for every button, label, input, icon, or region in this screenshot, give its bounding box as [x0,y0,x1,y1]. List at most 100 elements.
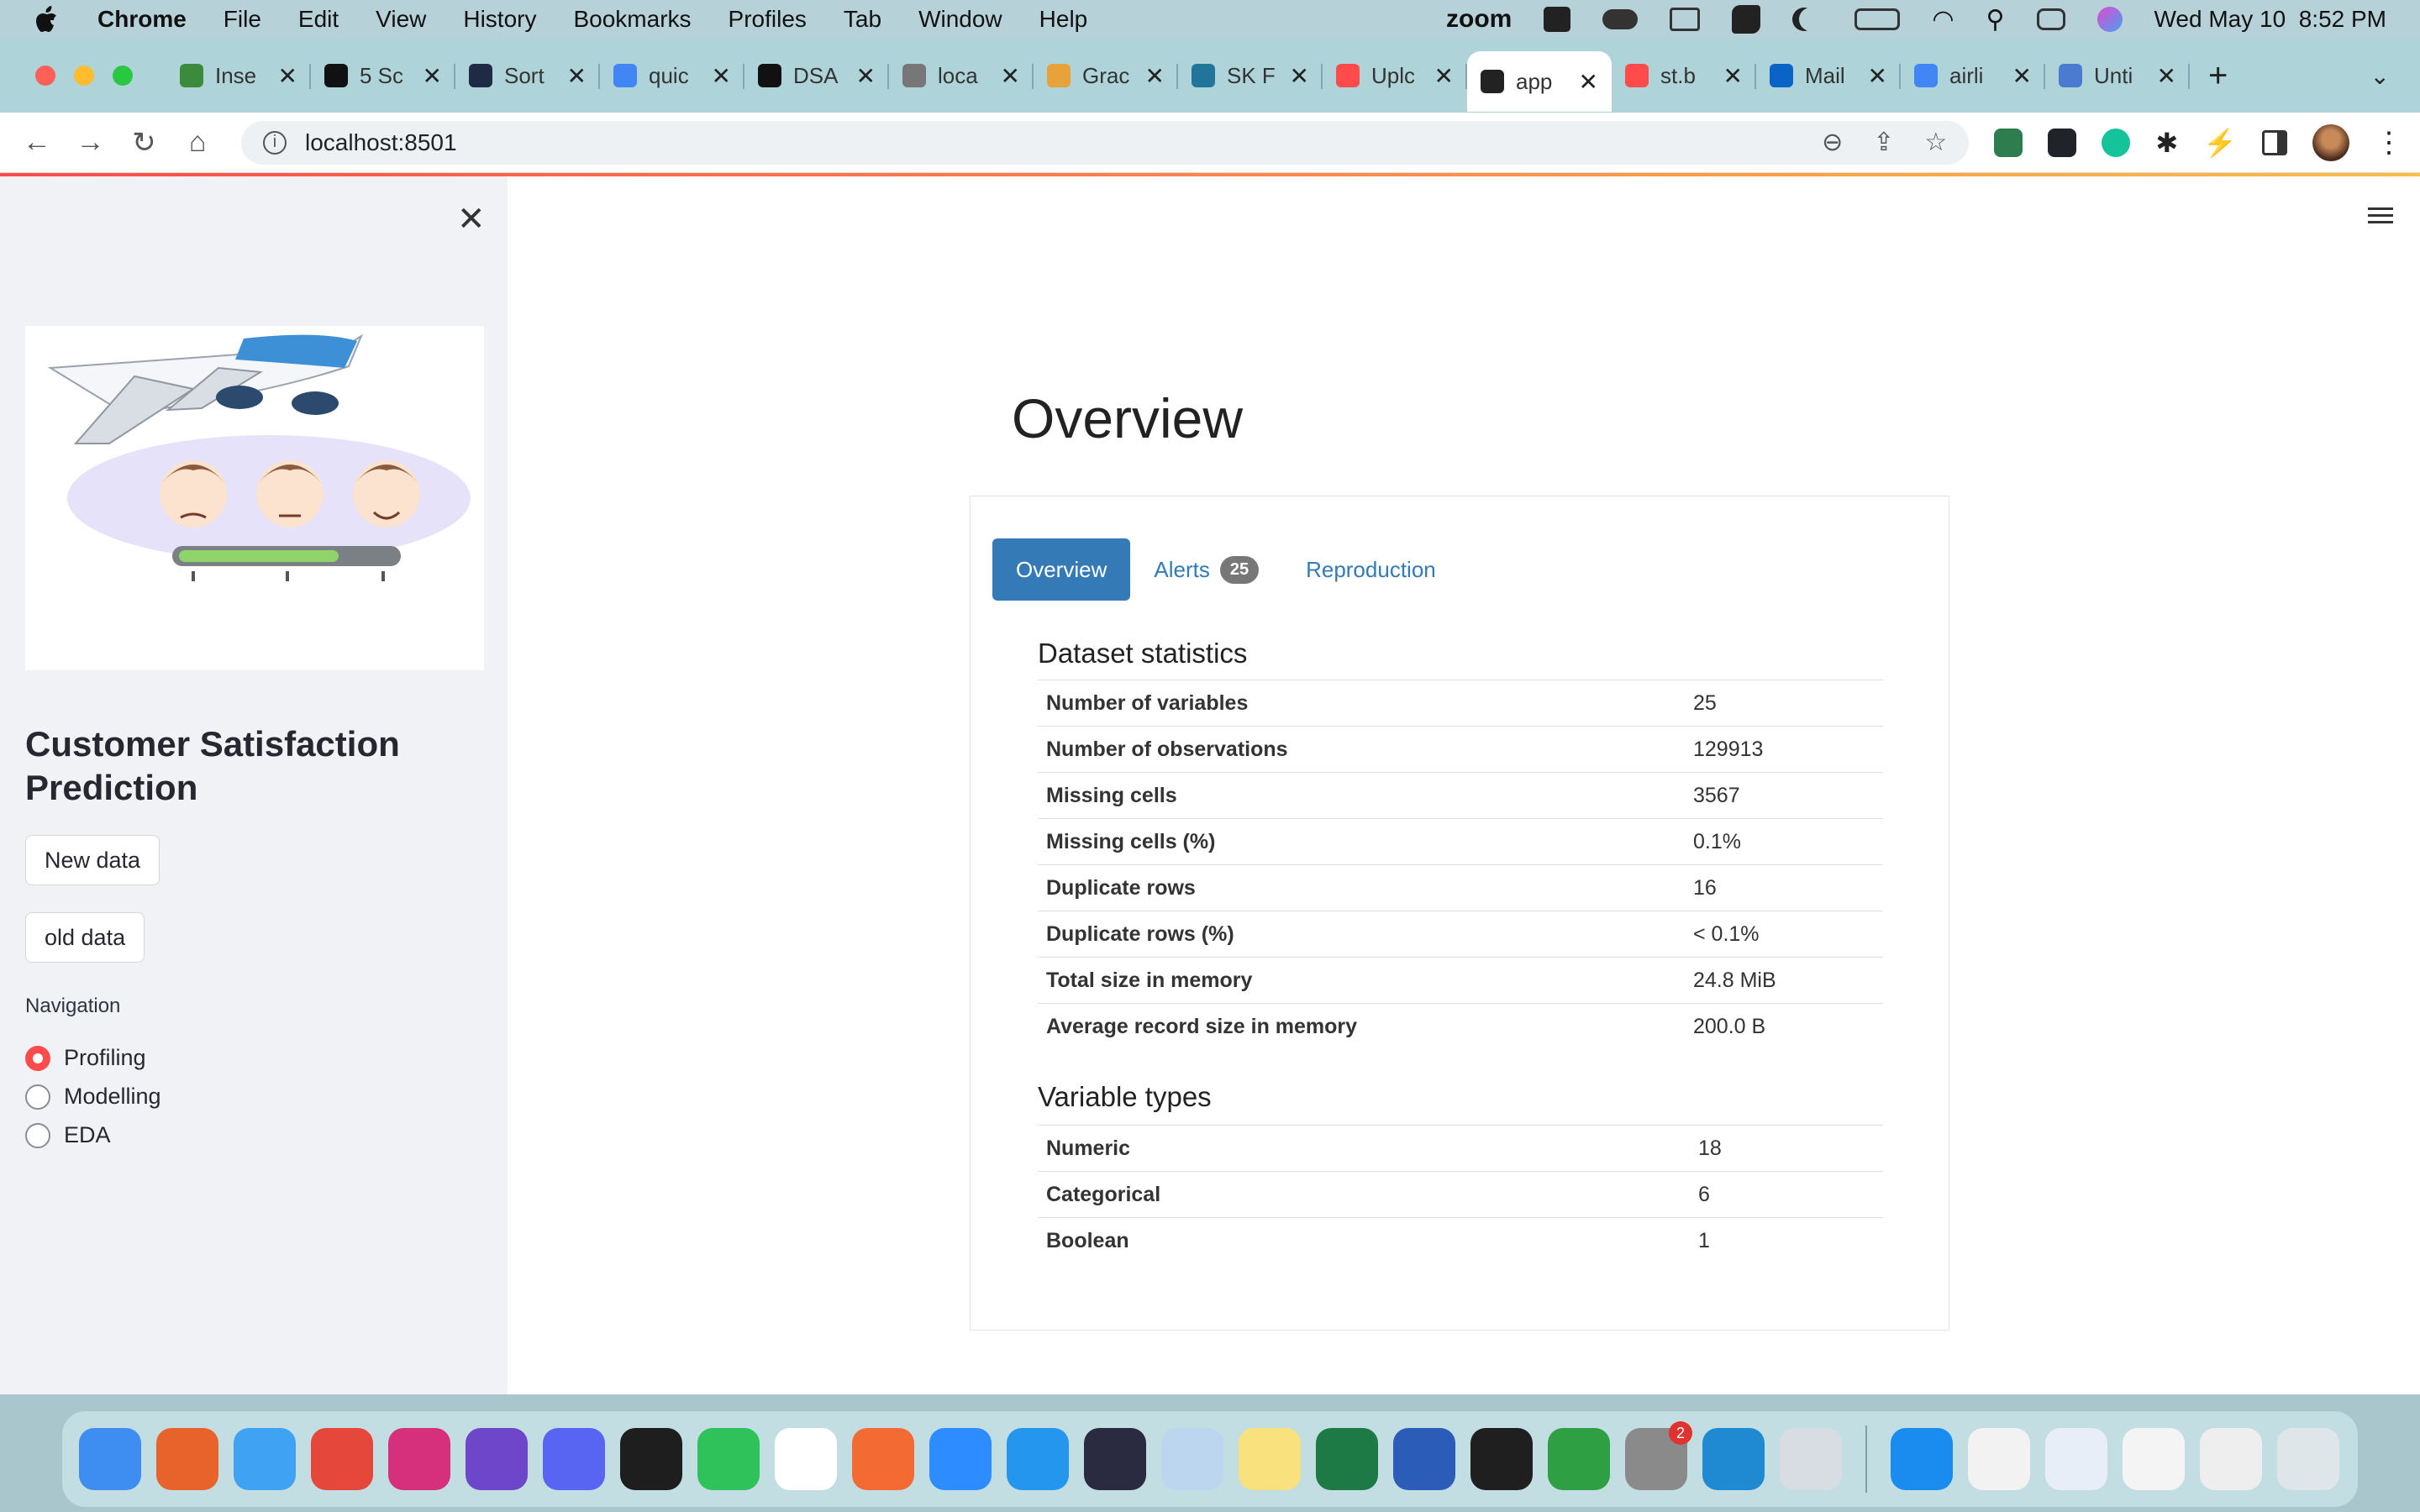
url-text[interactable]: localhost:8501 [305,129,457,156]
tab-title[interactable]: SK F [1227,63,1285,89]
close-sidebar-icon[interactable]: ✕ [457,200,486,239]
performance-icon[interactable]: ⚡ [2203,127,2237,159]
whatsapp-icon[interactable] [697,1428,760,1490]
intellij-icon[interactable] [388,1428,450,1490]
close-window-button[interactable] [35,66,55,86]
preview-icon[interactable] [1780,1428,1842,1490]
radio-selected-indicator[interactable] [25,1045,50,1071]
finder-icon[interactable] [79,1428,141,1490]
notes-icon[interactable] [1239,1428,1301,1490]
home-button[interactable]: ⌂ [171,126,224,159]
pycharm-icon[interactable] [1470,1428,1533,1490]
screen-app-icon[interactable] [1084,1428,1146,1490]
hamburger-menu-icon[interactable] [2368,203,2393,228]
menu-history[interactable]: History [463,6,536,33]
browser-tab[interactable]: st.b ✕ [1612,50,1756,101]
address-bar[interactable]: i localhost:8501 ⊖ ⇪ ☆ [241,120,1970,165]
excel-icon[interactable] [1316,1428,1378,1490]
tab-close-icon[interactable]: ✕ [278,62,297,90]
radio-eda[interactable]: EDA [25,1122,111,1148]
radio-label-eda[interactable]: EDA [64,1122,111,1148]
browser-tab[interactable]: loca ✕ [889,50,1034,101]
minimize-window-button[interactable] [74,66,94,86]
word-icon[interactable] [1393,1428,1455,1490]
siri-icon[interactable] [2096,7,2123,32]
system-settings-icon[interactable]: 2 [1625,1421,1692,1490]
tab-title[interactable]: Unti [2094,63,2152,89]
vscode-icon[interactable] [1702,1428,1765,1490]
search-icon[interactable]: ⚲ [1986,5,2005,34]
wifi-icon[interactable]: ◠ [1932,5,1954,34]
tab-close-icon[interactable]: ✕ [2012,62,2032,90]
bookmark-star-icon[interactable]: ☆ [1924,128,1947,157]
radio-indicator[interactable] [25,1122,50,1148]
display-icon[interactable] [1670,8,1701,31]
apple-icon[interactable] [34,5,59,34]
tab-title[interactable]: Uplc [1371,63,1429,89]
side-panel-icon[interactable] [2261,129,2287,155]
tab-title[interactable]: airli [1949,63,2007,89]
menu-tab[interactable]: Tab [844,6,881,33]
battery-icon[interactable] [1854,8,1901,30]
tab-close-icon[interactable]: ✕ [423,62,442,90]
back-button[interactable]: ← [10,126,64,159]
menu-view[interactable]: View [376,6,426,33]
profile-avatar[interactable] [2312,123,2349,161]
tab-overview[interactable]: Overview [992,538,1131,601]
radio-label-profiling[interactable]: Profiling [64,1045,146,1071]
tab-title[interactable]: st.b [1660,63,1718,89]
tab-search-chevron-icon[interactable]: ⌄ [2370,62,2390,90]
menu-edit[interactable]: Edit [298,6,339,33]
tab-alerts-label[interactable]: Alerts [1154,557,1209,583]
tab-title[interactable]: 5 Sc [360,63,418,89]
cloud-icon[interactable] [1602,9,1639,29]
window-thumb-4-icon[interactable] [2200,1428,2262,1490]
tab-title[interactable]: DSA [793,63,851,89]
forward-button[interactable]: → [64,126,118,159]
menu-window[interactable]: Window [918,6,1002,33]
browser-tab[interactable]: Mail ✕ [1756,50,1901,101]
site-info-icon[interactable]: i [263,130,287,155]
new-tab-button[interactable]: + [2208,57,2228,95]
zoom-out-icon[interactable]: ⊖ [1822,128,1843,157]
browser-tab[interactable]: Grac ✕ [1034,50,1178,101]
tab-reproduction[interactable]: Reproduction [1282,538,1460,601]
evernote-icon[interactable] [1732,5,1761,34]
slack-icon[interactable] [775,1428,837,1490]
docker-icon[interactable] [1007,1428,1069,1490]
browser-tab[interactable]: 5 Sc ✕ [311,50,455,101]
tab-close-icon[interactable]: ✕ [856,62,876,90]
drive-icon[interactable] [1544,7,1571,32]
window-thumb-1-icon[interactable] [1968,1428,2030,1490]
tab-close-icon[interactable]: ✕ [1868,62,1887,90]
browser-tab[interactable]: app ✕ [1467,51,1612,112]
tab-title[interactable]: quic [649,63,707,89]
window-thumb-2-icon[interactable] [2045,1428,2107,1490]
react-devtools-icon[interactable] [2048,128,2077,157]
zoom-icon[interactable] [929,1428,992,1490]
moon-icon[interactable] [1799,8,1823,31]
browser-tab[interactable]: airli ✕ [1901,50,2045,101]
tab-close-icon[interactable]: ✕ [1001,62,1020,90]
grammarly-icon[interactable] [2102,128,2131,157]
terminal-icon[interactable] [620,1428,682,1490]
browser-menu-icon[interactable]: ⋮ [2375,126,2403,160]
menu-profiles[interactable]: Profiles [729,6,807,33]
window-thumb-3-icon[interactable] [2123,1428,2185,1490]
postman-icon[interactable] [852,1428,914,1490]
circle-app-icon[interactable] [1548,1428,1610,1490]
radio-modelling[interactable]: Modelling [25,1084,161,1110]
browser-tab[interactable]: Uplc ✕ [1323,50,1467,101]
trash-icon[interactable] [2277,1428,2339,1490]
control-center-icon[interactable] [2036,8,2065,30]
radio-label-modelling[interactable]: Modelling [64,1084,161,1110]
old-data-button[interactable]: old data [25,912,145,963]
safari-icon[interactable] [234,1428,296,1490]
chrome-icon[interactable] [311,1428,373,1490]
tab-close-icon[interactable]: ✕ [2157,62,2176,90]
tab-title[interactable]: loca [938,63,996,89]
tab-title[interactable]: Inse [215,63,273,89]
evernote-extension-icon[interactable] [1994,128,2023,157]
app-store-icon[interactable] [1891,1428,1953,1490]
browser-tab[interactable]: quic ✕ [600,50,744,101]
